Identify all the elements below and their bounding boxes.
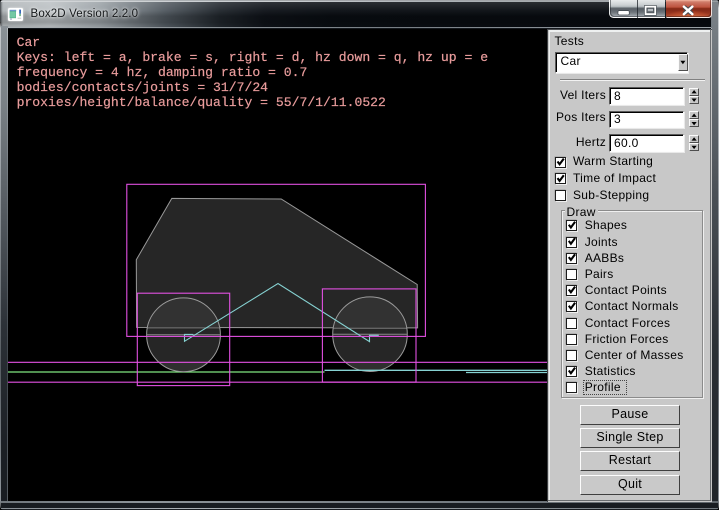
svg-text:proxies/height/balance/quality: proxies/height/balance/quality = 55/7/1/… [17, 95, 386, 110]
svg-text:Keys: left = a, brake = s, rig: Keys: left = a, brake = s, right = d, hz… [17, 50, 488, 65]
svg-text:frequency = 4 hz, damping rati: frequency = 4 hz, damping ratio = 0.7 [17, 65, 308, 80]
svg-text:Car: Car [17, 35, 41, 50]
svg-text:bodies/contacts/joints = 31/7/: bodies/contacts/joints = 31/7/24 [17, 80, 269, 95]
